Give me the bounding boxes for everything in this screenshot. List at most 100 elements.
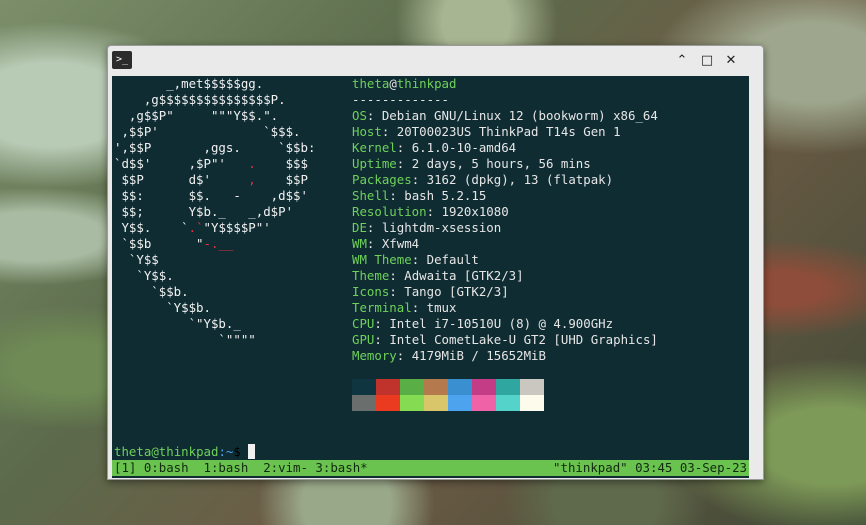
color-swatch (472, 395, 496, 411)
fetch-field-value: Tango [GTK2/3] (404, 284, 509, 299)
color-swatch (424, 379, 448, 395)
logo-line: `$$b. (114, 284, 189, 299)
terminal-screen[interactable]: _,met$$$$$gg. ,g$$$$$$$$$$$$$$$P. ,g$$P"… (112, 76, 749, 478)
fetch-field-label: Kernel (352, 140, 397, 155)
fetch-field-value: 1920x1080 (441, 204, 509, 219)
prompt-symbol: $ (233, 444, 241, 459)
logo-line: `Y$$. (114, 268, 174, 283)
fetch-field-colon: : (366, 236, 382, 251)
fetch-field-label: WM (352, 236, 367, 251)
fetch-field-row: Kernel: 6.1.0-10-amd64 (352, 140, 516, 156)
color-swatch (376, 379, 400, 395)
maximize-icon: □ (700, 53, 714, 68)
fetch-field-row: OS: Debian GNU/Linux 12 (bookworm) x86_6… (352, 108, 658, 124)
fetch-field-row: Memory: 4179MiB / 15652MiB (352, 348, 546, 364)
fetch-field-colon: : (411, 300, 427, 315)
color-swatch (448, 379, 472, 395)
logo-line: ,g$$P" """Y$$.". (114, 108, 279, 123)
fetch-at: @ (389, 76, 397, 91)
fetch-field-label: Uptime (352, 156, 397, 171)
fetch-field-label: Icons (352, 284, 390, 299)
fetch-field-value: 6.1.0-10-amd64 (411, 140, 517, 155)
logo-line: `"Y$b._ (114, 316, 241, 331)
fetch-field-row: Icons: Tango [GTK2/3] (352, 284, 509, 300)
color-swatch (352, 379, 376, 395)
fetch-field-value: lightdm-xsession (381, 220, 502, 235)
fetch-field-value: 4179MiB / 15652MiB (411, 348, 546, 363)
color-swatch (400, 395, 424, 411)
fetch-field-colon: : (396, 348, 412, 363)
fetch-field-label: Terminal (352, 300, 412, 315)
logo-line: `d$$' ,$P"' . $$$ (114, 156, 308, 171)
fetch-field-value: Intel CometLake-U GT2 [UHD Graphics] (389, 332, 658, 347)
fetch-field-value: Debian GNU/Linux 12 (bookworm) x86_64 (381, 108, 658, 123)
close-icon: ✕ (725, 53, 737, 68)
fetch-field-row: Terminal: tmux (352, 300, 456, 316)
logo-line: ',$$P ,ggs. `$$b: (114, 140, 316, 155)
logo-line: `"""" (114, 332, 256, 347)
fetch-field-row: Packages: 3162 (dpkg), 13 (flatpak) (352, 172, 613, 188)
minimize-button[interactable]: ⌃ (673, 52, 691, 70)
fetch-field-colon: : (366, 220, 382, 235)
title-bar[interactable]: >_ ⌃ □ ✕ (108, 46, 763, 76)
fetch-field-colon: : (366, 108, 382, 123)
fetch-field-row: WM: Xfwm4 (352, 236, 419, 252)
fetch-field-label: WM Theme (352, 252, 412, 267)
logo-line: `$$b "-.__ (114, 236, 234, 251)
fetch-field-value: Adwaita [GTK2/3] (404, 268, 524, 283)
terminal-window: >_ ⌃ □ ✕ _,met$$$$$gg. ,g$$$$$$$$$$$$$$$… (107, 45, 764, 480)
color-swatch (496, 379, 520, 395)
color-swatch (376, 395, 400, 411)
fetch-field-colon: : (374, 332, 390, 347)
fetch-field-value: bash 5.2.15 (404, 188, 487, 203)
fetch-field-row: Theme: Adwaita [GTK2/3] (352, 268, 524, 284)
minimize-icon: ⌃ (676, 53, 688, 68)
prompt-host: thinkpad (158, 444, 219, 459)
fetch-field-row: Host: 20T00023US ThinkPad T14s Gen 1 (352, 124, 621, 140)
fetch-field-colon: : (389, 188, 405, 203)
separator-line: ------------- (352, 92, 449, 107)
fetch-field-row: GPU: Intel CometLake-U GT2 [UHD Graphics… (352, 332, 658, 348)
fetch-field-label: DE (352, 220, 367, 235)
fetch-field-colon: : (396, 140, 412, 155)
tmux-window-list[interactable]: [1] 0:bash 1:bash 2:vim- 3:bash* (114, 460, 368, 476)
fetch-field-colon: : (411, 172, 427, 187)
logo-line: $$: $$. - ,d$$' (114, 188, 308, 203)
shell-prompt[interactable]: theta@thinkpad:~$ (114, 444, 256, 460)
logo-line: Y$$. `.`"Y$$$$P"' (114, 220, 271, 235)
fetch-field-colon: : (389, 268, 405, 283)
fetch-field-value: tmux (426, 300, 457, 315)
fetch-field-row: Resolution: 1920x1080 (352, 204, 509, 220)
close-button[interactable]: ✕ (722, 52, 740, 70)
tmux-status-bar: [1] 0:bash 1:bash 2:vim- 3:bash* "thinkp… (112, 460, 749, 476)
fetch-field-label: CPU (352, 316, 375, 331)
fetch-field-value: Intel i7-10510U (8) @ 4.900GHz (389, 316, 614, 331)
color-swatch (472, 379, 496, 395)
prompt-path: :~ (218, 444, 234, 459)
fetch-field-row: CPU: Intel i7-10510U (8) @ 4.900GHz (352, 316, 613, 332)
logo-line: ,g$$$$$$$$$$$$$$$P. (114, 92, 286, 107)
logo-line: `Y$$b. (114, 300, 211, 315)
maximize-button[interactable]: □ (698, 52, 716, 70)
fetch-field-value: 2 days, 5 hours, 56 mins (411, 156, 591, 171)
terminal-icon: >_ (112, 51, 132, 69)
fetch-field-label: GPU (352, 332, 375, 347)
logo-line: $$; Y$b._ _,d$P' (114, 204, 294, 219)
fetch-field-colon: : (426, 204, 442, 219)
color-swatch (520, 395, 544, 411)
color-swatch (424, 395, 448, 411)
fetch-field-value: 20T00023US ThinkPad T14s Gen 1 (396, 124, 621, 139)
fetch-field-colon: : (381, 124, 397, 139)
fetch-field-label: Shell (352, 188, 390, 203)
logo-line: ,$$P' `$$$. (114, 124, 301, 139)
logo-line: `Y$$ (114, 252, 159, 267)
color-swatch (520, 379, 544, 395)
logo-line: $$P d$' , $$P (114, 172, 308, 187)
fetch-field-value: 3162 (dpkg), 13 (flatpak) (426, 172, 614, 187)
fetch-field-row: Shell: bash 5.2.15 (352, 188, 486, 204)
color-swatch (448, 395, 472, 411)
text-cursor (248, 444, 256, 459)
fetch-field-row: Uptime: 2 days, 5 hours, 56 mins (352, 156, 591, 172)
tmux-status-right: "thinkpad" 03:45 03-Sep-23 (553, 460, 747, 475)
color-swatch (400, 379, 424, 395)
